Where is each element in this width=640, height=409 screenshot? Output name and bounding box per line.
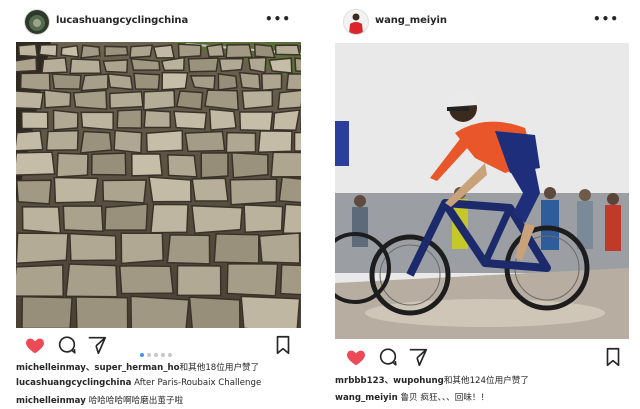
likes-count-text: 和其他124位用户赞了 [443,376,529,386]
caption: lucashuangcyclingchina After Paris-Rouba… [16,378,261,388]
liked-by-users[interactable]: michelleinmay、super_herman_ho [16,363,180,373]
comment-icon[interactable] [56,334,78,356]
heart-icon[interactable] [24,334,46,356]
comment-text: 哈哈哈哈啊哈磨出茧子啦 [88,396,184,406]
more-icon[interactable]: ••• [593,12,619,26]
comment: michelleinmay 哈哈哈哈啊哈磨出茧子啦 [16,394,183,406]
share-icon[interactable] [407,346,429,368]
likes-line: mrbbb123、wupohung和其他124位用户赞了 [335,374,529,386]
likes-count-text: 和其他18位用户赞了 [179,363,260,373]
more-icon[interactable]: ••• [265,12,291,26]
comment-username[interactable]: michelleinmay [16,396,86,406]
share-icon[interactable] [86,334,108,356]
avatar[interactable] [343,9,369,35]
heart-icon[interactable] [345,346,367,368]
post-photo-cobblestones[interactable] [16,42,301,328]
caption: wang_meiyin 鲁贝 疯狂、、、回味！！ [335,391,489,403]
caption-username[interactable]: wang_meiyin [335,393,398,403]
likes-line: michelleinmay、super_herman_ho和其他18位用户赞了 [16,361,259,373]
post-actions [335,346,629,368]
avatar[interactable] [24,9,50,35]
post-username[interactable]: wang_meiyin [375,15,447,26]
caption-text: 鲁贝 疯狂、、、回味！！ [400,393,490,403]
bookmark-icon[interactable] [272,334,294,356]
post-actions [16,334,301,356]
caption-username[interactable]: lucashuangcyclingchina [16,378,131,388]
caption-text: After Paris-Roubaix Challenge [134,378,262,388]
post-header: lucashuangcyclingchina ••• [16,0,301,42]
post-header: wang_meiyin ••• [335,0,629,42]
liked-by-users[interactable]: mrbbb123、wupohung [335,376,444,386]
comment-icon[interactable] [377,346,399,368]
post-username[interactable]: lucashuangcyclingchina [56,15,188,26]
bookmark-icon[interactable] [602,346,624,368]
post-card-wangmeiyin: wang_meiyin ••• mrbbb123、wupohung和其他124位… [335,0,629,409]
post-card-lucashuang: lucashuangcyclingchina ••• michelleinmay… [16,0,301,409]
post-photo-cyclist[interactable] [335,43,629,339]
